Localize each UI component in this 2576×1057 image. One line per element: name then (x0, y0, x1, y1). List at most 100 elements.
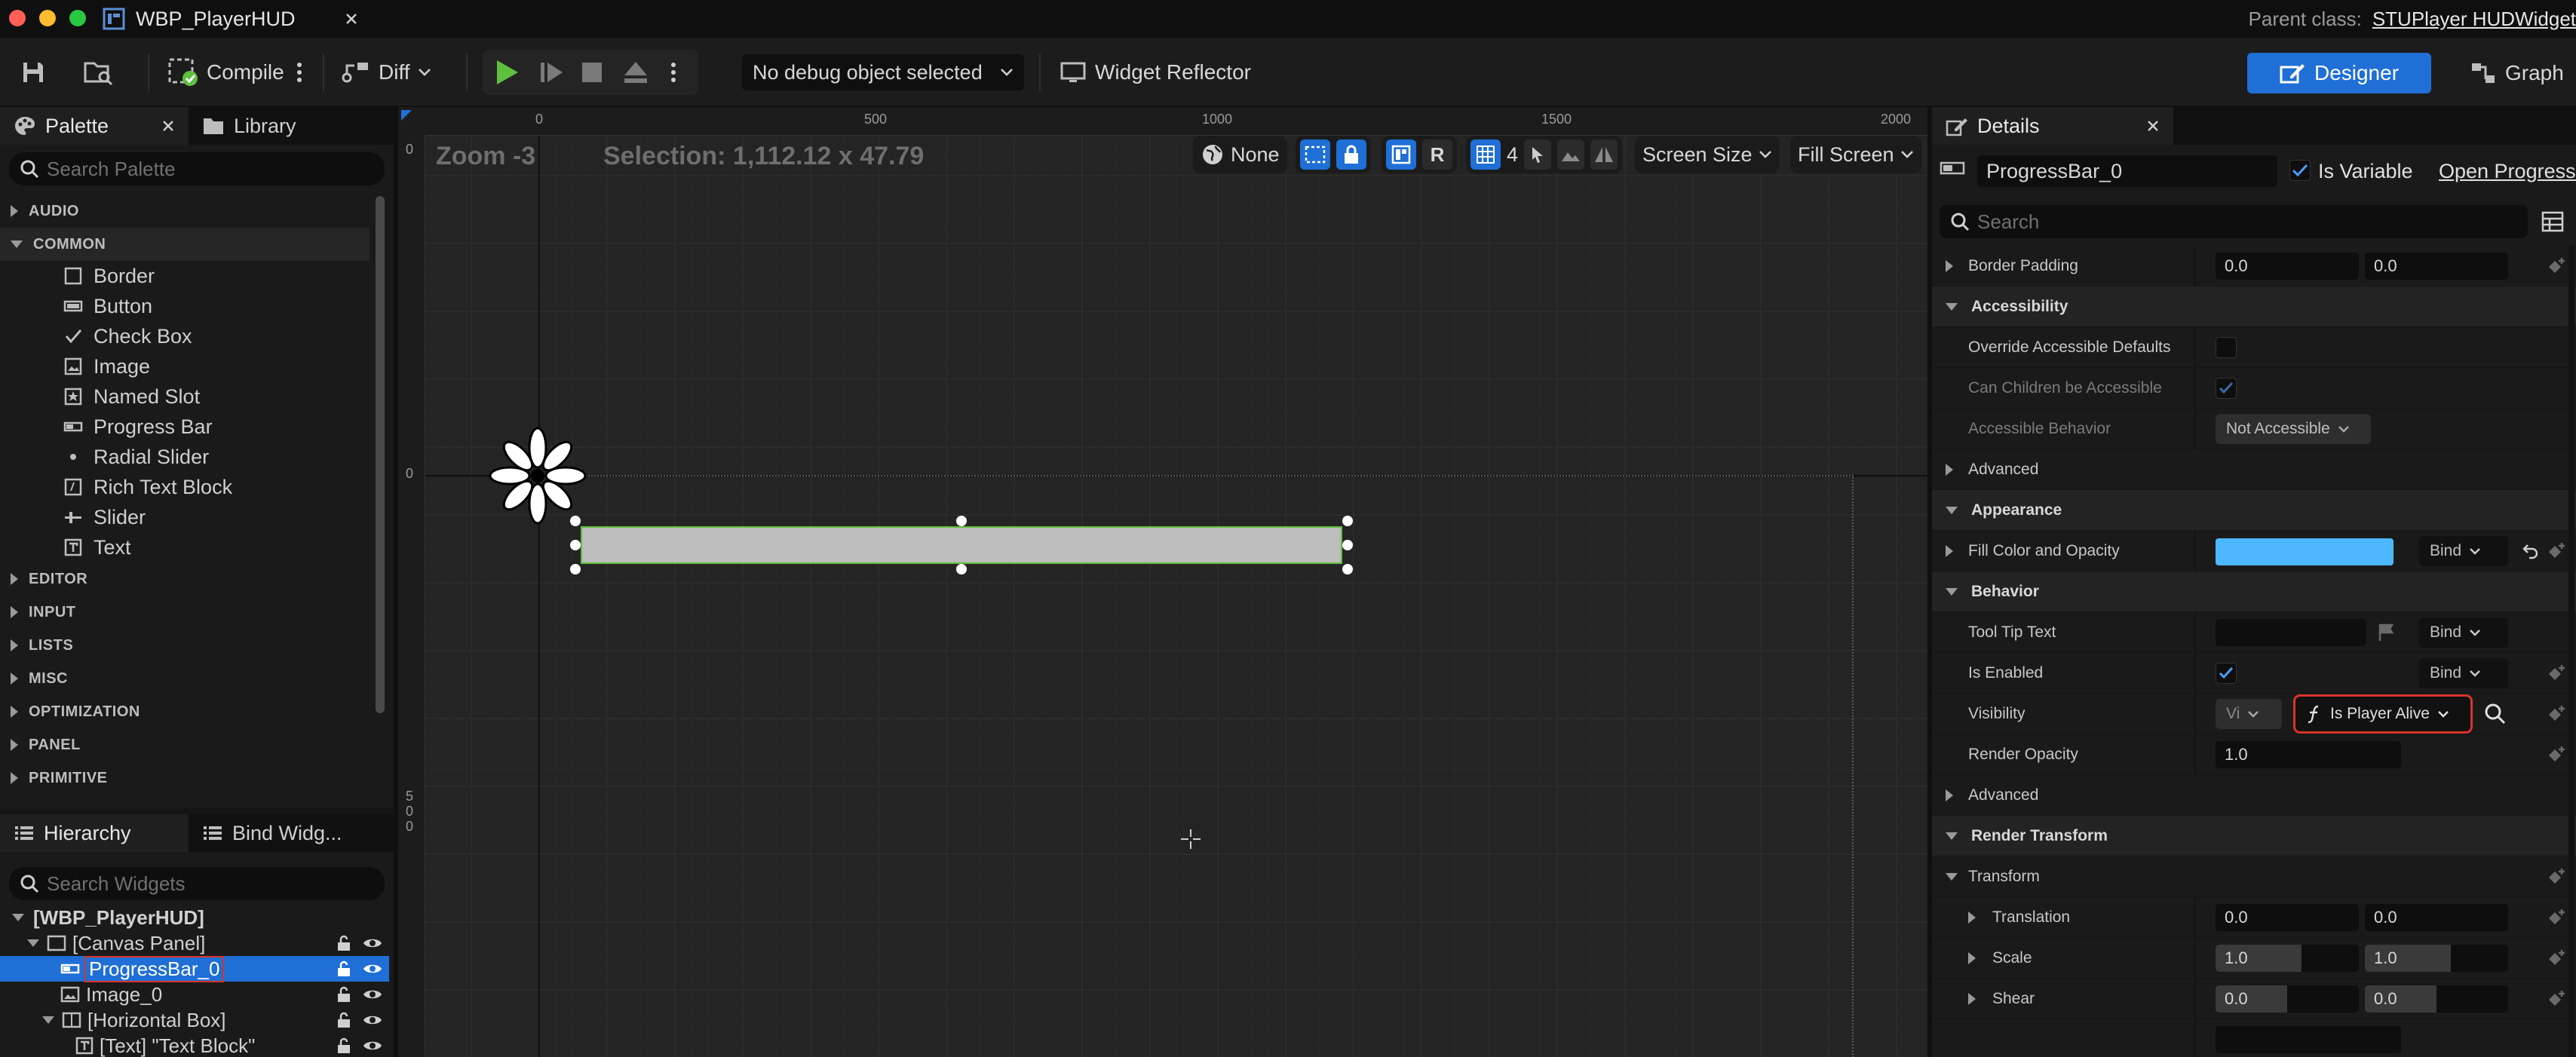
section-behavior[interactable]: Behavior (1932, 571, 2576, 612)
step-button[interactable] (538, 50, 564, 95)
palette-item-slider[interactable]: Slider (0, 502, 370, 532)
scale-x-input[interactable]: 1.0 (2216, 945, 2359, 972)
tree-row-root[interactable]: [WBP_PlayerHUD] (0, 905, 389, 930)
palette-category-lists[interactable]: LISTS (0, 629, 370, 662)
override-accessible-checkbox[interactable] (2216, 337, 2237, 358)
translation-y-input[interactable]: 0.0 (2365, 904, 2508, 931)
unlocked-icon[interactable] (335, 960, 353, 978)
property-advanced[interactable]: Advanced (1932, 449, 2576, 490)
is-enabled-checkbox[interactable] (2216, 663, 2237, 684)
reset-to-default-icon[interactable] (2522, 542, 2540, 560)
add-keyframe-icon[interactable] (2547, 745, 2567, 764)
palette-category-input[interactable]: INPUT (0, 596, 370, 629)
grid-icon[interactable] (1470, 139, 1501, 170)
close-window-button[interactable] (9, 10, 26, 26)
resize-handle[interactable] (1342, 516, 1353, 526)
tree-row-canvas-panel[interactable]: [Canvas Panel] (0, 930, 389, 956)
widget-reflector-button[interactable]: Widget Reflector (1059, 50, 1251, 95)
resize-handle[interactable] (570, 564, 581, 574)
palette-category-panel[interactable]: PANEL (0, 728, 370, 761)
respect-locks-button[interactable]: R (1422, 139, 1452, 170)
palette-item-named-slot[interactable]: Named Slot (0, 381, 370, 412)
play-options-button[interactable] (670, 50, 677, 95)
expand-arrow-icon[interactable] (1946, 260, 1953, 272)
property-advanced-behavior[interactable]: Advanced (1932, 775, 2576, 816)
section-render-transform[interactable]: Render Transform (1932, 816, 2576, 856)
anchor-icon[interactable] (489, 427, 587, 525)
fill-screen-dropdown[interactable]: Fill Screen (1790, 136, 1921, 173)
visibility-eye-icon[interactable] (362, 936, 383, 951)
palette-item-radial-slider[interactable]: Radial Slider (0, 442, 370, 472)
tab-library[interactable]: Library (189, 107, 310, 145)
expand-arrow-icon[interactable] (1968, 911, 1976, 924)
fill-color-bind-dropdown[interactable]: Bind (2419, 536, 2508, 566)
scale-y-input[interactable]: 1.0 (2365, 945, 2508, 972)
can-children-accessible-checkbox[interactable] (2216, 378, 2237, 399)
tab-details[interactable]: Details (1932, 107, 2173, 145)
section-appearance[interactable]: Appearance (1932, 490, 2576, 531)
visibility-eye-icon[interactable] (362, 1038, 383, 1053)
resize-handle[interactable] (956, 516, 967, 526)
palette-item-check-box[interactable]: Check Box (0, 321, 370, 351)
add-keyframe-icon[interactable] (2547, 867, 2567, 887)
resize-handle[interactable] (570, 516, 581, 526)
grid-snap-value[interactable]: 4 (1507, 143, 1518, 167)
close-tab-icon[interactable] (161, 119, 175, 133)
parent-class-link[interactable]: STUPlayer HUDWidget (2372, 8, 2576, 31)
is-enabled-bind-dropdown[interactable]: Bind (2419, 658, 2508, 688)
palette-category-editor[interactable]: EDITOR (0, 562, 370, 596)
add-keyframe-icon[interactable] (2547, 256, 2567, 276)
eject-button[interactable] (623, 50, 649, 95)
unlocked-icon[interactable] (335, 985, 353, 1003)
zoom-window-button[interactable] (69, 10, 86, 26)
palette-item-text[interactable]: Text (0, 532, 370, 562)
hierarchy-search-input[interactable]: Search Widgets (9, 867, 385, 900)
render-opacity-input[interactable]: 1.0 (2216, 741, 2401, 768)
border-padding-x-input[interactable]: 0.0 (2216, 253, 2359, 280)
collapse-arrow-icon[interactable] (1946, 873, 1958, 881)
palette-category-misc[interactable]: MISC (0, 662, 370, 695)
designer-mode-button[interactable]: Designer (2247, 53, 2431, 93)
close-tab-icon[interactable] (2146, 119, 2160, 133)
visibility-binding-dropdown[interactable]: Is Player Alive (2293, 694, 2473, 734)
tree-row-text-block[interactable]: [Text] "Text Block" (0, 1033, 389, 1057)
add-keyframe-icon[interactable] (2547, 541, 2567, 561)
browse-to-function-search-icon[interactable] (2484, 703, 2507, 725)
visibility-eye-icon[interactable] (362, 987, 383, 1002)
tab-bind-widgets[interactable]: Bind Widg... (189, 814, 356, 852)
landscape-image-icon[interactable] (1557, 139, 1585, 170)
add-keyframe-icon[interactable] (2547, 989, 2567, 1009)
compile-button[interactable]: Compile (167, 50, 284, 95)
resize-handle[interactable] (956, 564, 967, 574)
accessible-behavior-dropdown[interactable]: Not Accessible (2216, 414, 2371, 444)
tree-row-progressbar[interactable]: ProgressBar_0 (0, 955, 389, 982)
tab-hierarchy[interactable]: Hierarchy (0, 814, 189, 852)
layout-icon[interactable] (1386, 139, 1416, 170)
screen-size-dropdown[interactable]: Screen Size (1635, 136, 1780, 173)
close-tab-icon[interactable] (344, 11, 359, 26)
shear-x-input[interactable]: 0.0 (2216, 985, 2359, 1013)
add-keyframe-icon[interactable] (2547, 663, 2567, 683)
expand-arrow-icon[interactable] (1968, 993, 1976, 1005)
palette-item-image[interactable]: Image (0, 351, 370, 381)
tab-palette[interactable]: Palette (0, 107, 189, 145)
translation-x-input[interactable]: 0.0 (2216, 904, 2359, 931)
unlocked-icon[interactable] (335, 1011, 353, 1029)
tool-tip-bind-dropdown[interactable]: Bind (2419, 617, 2508, 648)
visibility-dropdown[interactable]: Vi (2216, 699, 2282, 729)
palette-scrollbar[interactable] (376, 196, 385, 713)
expand-arrow-icon[interactable] (1968, 952, 1976, 964)
palette-category-common[interactable]: COMMON (0, 228, 370, 261)
details-search-input[interactable]: Search (1940, 205, 2528, 238)
palette-category-primitive[interactable]: PRIMITIVE (0, 761, 370, 795)
palette-search-input[interactable]: Search Palette (9, 152, 385, 185)
palette-item-progress-bar[interactable]: Progress Bar (0, 412, 370, 442)
browse-button[interactable] (83, 50, 115, 95)
palette-item-button[interactable]: Button (0, 291, 370, 321)
minimize-window-button[interactable] (39, 10, 56, 26)
widget-name-input[interactable]: ProgressBar_0 (1977, 155, 2277, 187)
cursor-icon[interactable] (1524, 139, 1552, 170)
angle-input[interactable] (2216, 1026, 2401, 1053)
localization-preview-button[interactable]: None (1193, 136, 1287, 173)
palette-category-audio[interactable]: AUDIO (0, 195, 370, 228)
